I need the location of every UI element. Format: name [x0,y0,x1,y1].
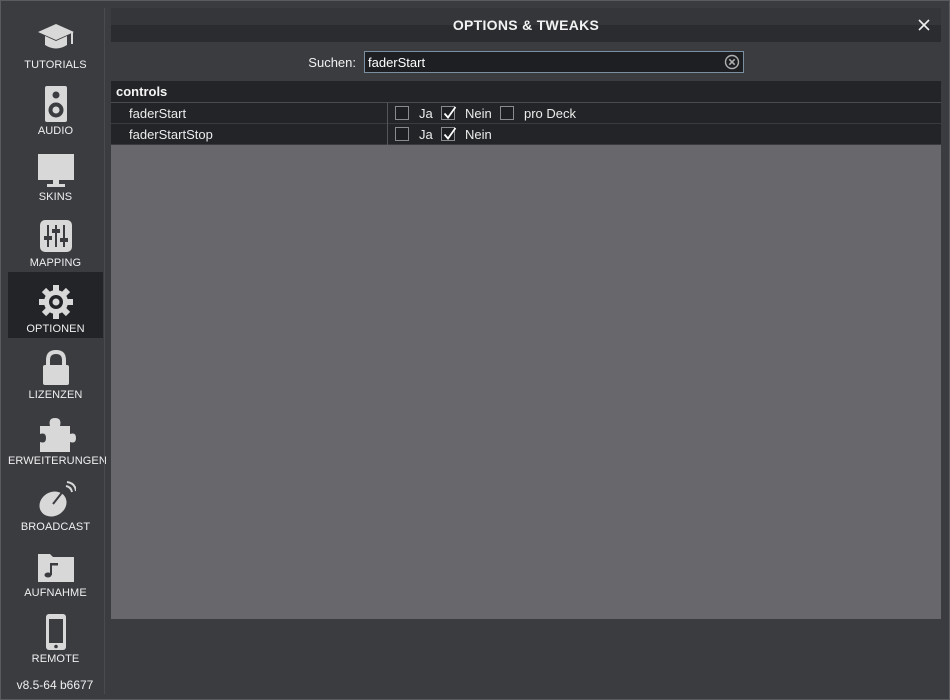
lock-icon [36,348,76,388]
sidebar-item-lizenzen[interactable]: LIZENZEN [8,338,103,404]
section-title: controls [116,84,168,99]
sidebar-item-mapping[interactable]: MAPPING [8,206,103,272]
close-button[interactable] [915,16,933,34]
version-label: v8.5-64 b6677 [16,678,94,692]
sidebar-item-audio[interactable]: AUDIO [8,74,103,140]
search-label: Suchen: [308,55,356,70]
sidebar-item-label: LIZENZEN [28,389,83,401]
sidebar-item-broadcast[interactable]: BROADCAST [8,470,103,536]
gear-icon [36,282,76,322]
sidebar: TUTORIALS AUDIO SKINS MAPPING OPTIONEN L… [0,0,107,700]
sidebar-item-label: AUFNAHME [24,587,87,599]
window-title: OPTIONS & TWEAKS [452,17,600,33]
sidebar-item-label: OPTIONEN [26,323,85,335]
checkbox[interactable] [395,106,409,120]
section-header: controls [111,81,941,103]
sidebar-item-optionen[interactable]: OPTIONEN [8,272,103,338]
option-nein[interactable]: Nein [441,105,492,121]
sidebar-item-label: BROADCAST [20,521,91,533]
sidebar-item-label: AUDIO [37,125,74,137]
option-name: faderStartStop [129,127,213,142]
sidebar-item-label: SKINS [38,191,73,203]
option-nein[interactable]: Nein [441,126,492,142]
phone-icon [36,612,76,652]
table-row: faderStartStop Ja Nein [111,124,941,145]
option-ja[interactable]: Ja [395,126,433,142]
checkmark-icon [443,106,457,119]
puzzle-icon [36,414,76,454]
option-pro-deck[interactable]: pro Deck [500,105,576,121]
sidebar-item-label: REMOTE [31,653,80,665]
sidebar-item-tutorials[interactable]: TUTORIALS [8,8,103,74]
sidebar-item-erweiterungen[interactable]: ERWEITERUNGEN [8,404,107,470]
checkbox[interactable] [500,106,514,120]
checkbox[interactable] [395,127,409,141]
monitor-icon [36,150,76,190]
sidebar-item-remote[interactable]: REMOTE [8,602,103,668]
checkbox[interactable] [441,106,457,120]
sidebar-item-aufnahme[interactable]: AUFNAHME [8,536,103,602]
sidebar-item-skins[interactable]: SKINS [8,140,103,206]
sidebar-item-label: ERWEITERUNGEN [8,455,107,467]
music-folder-icon [36,546,76,586]
checkmark-icon [443,127,457,140]
speaker-icon [36,84,76,124]
search-input[interactable] [368,54,718,70]
graduation-cap-icon [36,18,76,58]
sidebar-divider [104,8,105,694]
sidebar-item-label: MAPPING [29,257,82,269]
option-name: faderStart [129,106,187,121]
title-bar: OPTIONS & TWEAKS [111,8,941,42]
sidebar-item-label: TUTORIALS [24,59,87,71]
clear-circle-icon [724,54,740,70]
close-icon [918,19,930,31]
option-ja[interactable]: Ja [395,105,433,121]
checkbox[interactable] [441,127,457,141]
table-row: faderStart Ja Nein pro Deck [111,103,941,124]
search-box [364,51,744,73]
clear-search-button[interactable] [724,54,740,70]
sliders-icon [36,216,76,256]
options-panel: controls faderStart Ja Nein pro Deck fad… [111,81,941,619]
satellite-dish-icon [36,480,76,520]
